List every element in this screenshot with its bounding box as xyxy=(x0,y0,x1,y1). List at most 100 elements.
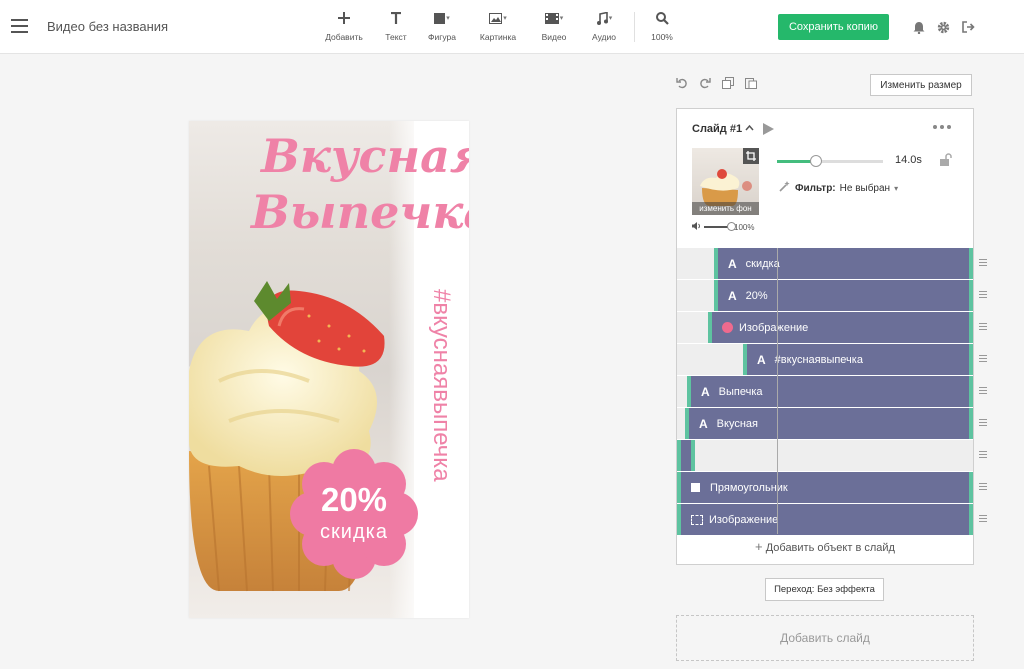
add-object-label: Добавить объект в слайд xyxy=(765,542,895,554)
drag-handle-icon[interactable] xyxy=(979,387,987,396)
more-options-icon[interactable] xyxy=(933,125,951,129)
hashtag-text[interactable]: #вкуснаявыпечка xyxy=(428,289,455,529)
layer-row[interactable]: A скидка xyxy=(677,248,987,279)
redo-icon[interactable] xyxy=(698,76,711,89)
layer-row[interactable]: A #вкуснаявыпечка xyxy=(677,344,987,375)
drag-handle-icon[interactable] xyxy=(979,355,987,364)
drag-handle-icon[interactable] xyxy=(979,259,987,268)
badge-label: скидка xyxy=(320,521,388,543)
volume-value: 100% xyxy=(734,222,755,232)
chevron-down-icon: ▾ xyxy=(503,15,507,22)
save-copy-button[interactable]: Сохранить копию xyxy=(778,14,889,40)
layer-bar[interactable]: A скидка xyxy=(714,248,973,279)
logout-icon[interactable] xyxy=(960,19,976,35)
chevron-up-icon[interactable] xyxy=(745,123,754,134)
gear-icon[interactable] xyxy=(935,19,951,35)
resize-button[interactable]: Изменить размер xyxy=(870,74,972,96)
layer-bar[interactable]: Изображение xyxy=(708,312,973,343)
lock-icon[interactable] xyxy=(939,153,953,171)
text-layer-icon: A xyxy=(757,352,766,367)
layer-row[interactable]: Прямоугольник xyxy=(677,472,987,503)
text-layer-icon: A xyxy=(701,384,710,399)
add-slide-button[interactable]: Добавить слайд xyxy=(676,615,974,661)
slide-panel: Слайд #1 изменить фон 100% 14.0s Фильтр:… xyxy=(676,108,987,565)
filter-selector[interactable]: Фильтр: Не выбран ▾ xyxy=(779,181,898,195)
text-layer-icon: A xyxy=(728,288,737,303)
undo-icon[interactable] xyxy=(675,76,688,89)
layer-bar[interactable]: A Вкусная xyxy=(685,408,973,439)
drag-handle-icon[interactable] xyxy=(979,483,987,492)
slide-canvas[interactable]: Вкусная Выпечка #вкуснаявыпечка 20% скид… xyxy=(189,121,469,618)
image-frame-layer-icon xyxy=(691,514,703,525)
audio-tool-button[interactable]: ▾ Аудио xyxy=(589,8,619,42)
drag-handle-icon[interactable] xyxy=(979,451,987,460)
volume-slider[interactable] xyxy=(704,222,736,231)
layer-row[interactable] xyxy=(677,440,987,471)
layer-bar[interactable]: A Выпечка xyxy=(687,376,973,407)
top-bar: Видео без названия Добавить Текст ▾ Фигу… xyxy=(0,0,1024,54)
layers-list: A скидка A 20% Изображение A #вкуснаявып… xyxy=(677,248,987,536)
image-tool-button[interactable]: ▾ Картинка xyxy=(477,8,519,42)
text-tool-button[interactable]: Текст xyxy=(382,8,410,42)
headline-top[interactable]: Вкусная xyxy=(261,129,469,183)
layer-row[interactable]: A 20% xyxy=(677,280,987,311)
shape-tool-button[interactable]: ▾ Фигура xyxy=(424,8,460,42)
discount-badge[interactable]: 20% скидка xyxy=(290,449,418,579)
transition-button[interactable]: Переход: Без эффекта xyxy=(765,578,884,601)
layer-label: #вкуснаявыпечка xyxy=(774,353,863,366)
slide-thumbnail[interactable]: изменить фон xyxy=(692,148,759,215)
layer-row[interactable]: A Выпечка xyxy=(677,376,987,407)
layer-label: 20% xyxy=(745,289,768,302)
layer-row[interactable]: A Вкусная xyxy=(677,408,987,439)
duration-knob[interactable] xyxy=(810,155,823,167)
add-object-button[interactable]: + Добавить объект в слайд xyxy=(677,539,973,554)
bell-icon[interactable] xyxy=(911,19,927,35)
image-layer-icon xyxy=(722,322,733,333)
crop-icon[interactable] xyxy=(743,148,759,164)
layer-row[interactable]: Изображение xyxy=(677,312,987,343)
add-tool-button[interactable]: Добавить xyxy=(324,8,364,42)
layer-bar[interactable]: Изображение xyxy=(677,504,973,535)
timeline-playhead[interactable] xyxy=(777,248,778,534)
layer-bar[interactable]: A 20% xyxy=(714,280,973,311)
copy-icon[interactable] xyxy=(721,76,734,89)
filter-label: Фильтр: xyxy=(795,182,836,194)
history-controls xyxy=(675,76,757,89)
volume-control[interactable]: 100% xyxy=(692,222,754,232)
layer-bar[interactable] xyxy=(677,440,695,471)
magic-wand-icon xyxy=(779,181,791,195)
text-layer-icon: A xyxy=(699,416,708,431)
play-icon[interactable] xyxy=(763,122,774,140)
duration-value: 14.0s xyxy=(895,154,922,166)
layer-label: Изображение xyxy=(709,513,779,526)
text-layer-icon: A xyxy=(728,256,737,271)
paste-icon[interactable] xyxy=(744,76,757,89)
rectangle-layer-icon xyxy=(691,483,700,492)
plus-icon xyxy=(324,8,364,28)
drag-handle-icon[interactable] xyxy=(979,291,987,300)
chevron-down-icon: ▾ xyxy=(446,15,450,22)
duration-slider[interactable] xyxy=(777,155,883,167)
image-icon: ▾ xyxy=(477,8,519,28)
drag-handle-icon[interactable] xyxy=(979,419,987,428)
zoom-button[interactable]: 100% xyxy=(648,8,676,42)
layer-label: скидка xyxy=(745,257,780,270)
document-title[interactable]: Видео без названия xyxy=(47,19,168,34)
text-icon xyxy=(382,8,410,28)
toolbar-divider xyxy=(634,12,635,42)
shape-icon: ▾ xyxy=(424,8,460,28)
drag-handle-icon[interactable] xyxy=(979,323,987,332)
layer-label: Выпечка xyxy=(718,385,763,398)
change-background-button[interactable]: изменить фон xyxy=(692,202,759,215)
layer-row[interactable]: Изображение xyxy=(677,504,987,535)
drag-handle-icon[interactable] xyxy=(979,515,987,524)
video-tool-button[interactable]: ▾ Видео xyxy=(538,8,570,42)
slide-title: Слайд #1 xyxy=(692,123,743,135)
menu-icon[interactable] xyxy=(11,19,28,33)
layer-bar[interactable]: Прямоугольник xyxy=(677,472,973,503)
headline-bottom[interactable]: Выпечка xyxy=(251,185,469,239)
chevron-down-icon: ▾ xyxy=(894,183,899,193)
layer-label: Изображение xyxy=(739,321,809,334)
plus-icon: + xyxy=(755,539,763,554)
speaker-icon xyxy=(692,222,701,232)
